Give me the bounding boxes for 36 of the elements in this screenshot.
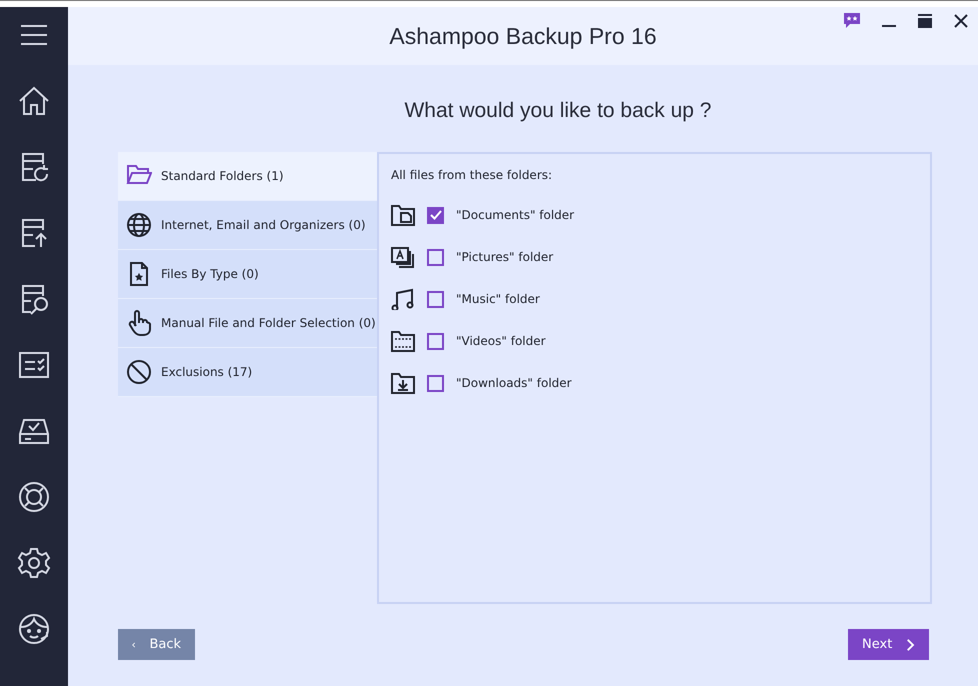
download-folder-icon [391, 372, 415, 394]
chevron-right-icon [906, 638, 915, 652]
category-item[interactable]: Manual File and Folder Selection (0) [118, 299, 377, 348]
checkbox[interactable] [427, 332, 444, 350]
checkbox[interactable] [427, 248, 444, 266]
photo-stack-icon [391, 246, 415, 268]
back-button[interactable]: Back [118, 629, 195, 660]
next-button[interactable]: Next [848, 629, 929, 660]
panel-caption: All files from these folders: [391, 168, 554, 182]
checkbox-label: "Videos" folder [456, 334, 546, 348]
category-item[interactable]: Files By Type (0) [118, 250, 377, 299]
globe-icon [126, 212, 152, 238]
checkbox-label: "Pictures" folder [456, 250, 554, 264]
page-heading: What would you like to back up ? [403, 99, 712, 124]
category-item[interactable]: Internet, Email and Organizers (0) [118, 201, 377, 250]
checkbox-label: "Documents" folder [456, 208, 574, 222]
music-note-icon [391, 288, 415, 310]
support-agent-icon[interactable] [17, 612, 51, 646]
category-item[interactable]: Exclusions (17) [118, 348, 377, 397]
settings-icon[interactable] [17, 546, 51, 580]
category-item[interactable]: Standard Folders (1) [118, 152, 377, 201]
pointing-hand-icon [126, 310, 152, 336]
home-icon[interactable] [17, 84, 51, 118]
lifebuoy-icon[interactable] [17, 480, 51, 514]
checkbox-label: "Downloads" folder [456, 376, 572, 390]
film-folder-icon [391, 330, 415, 352]
feedback-icon[interactable] [844, 13, 860, 29]
document-folder-icon [391, 204, 415, 226]
close-icon[interactable] [954, 14, 968, 28]
checkbox[interactable] [427, 206, 444, 224]
maximize-icon[interactable] [918, 14, 932, 28]
checkbox[interactable] [427, 290, 444, 308]
window-title: Ashampoo Backup Pro 16 [389, 22, 657, 50]
checkbox-label: "Music" folder [456, 292, 540, 306]
checkbox[interactable] [427, 374, 444, 392]
prohibited-icon [126, 359, 152, 385]
